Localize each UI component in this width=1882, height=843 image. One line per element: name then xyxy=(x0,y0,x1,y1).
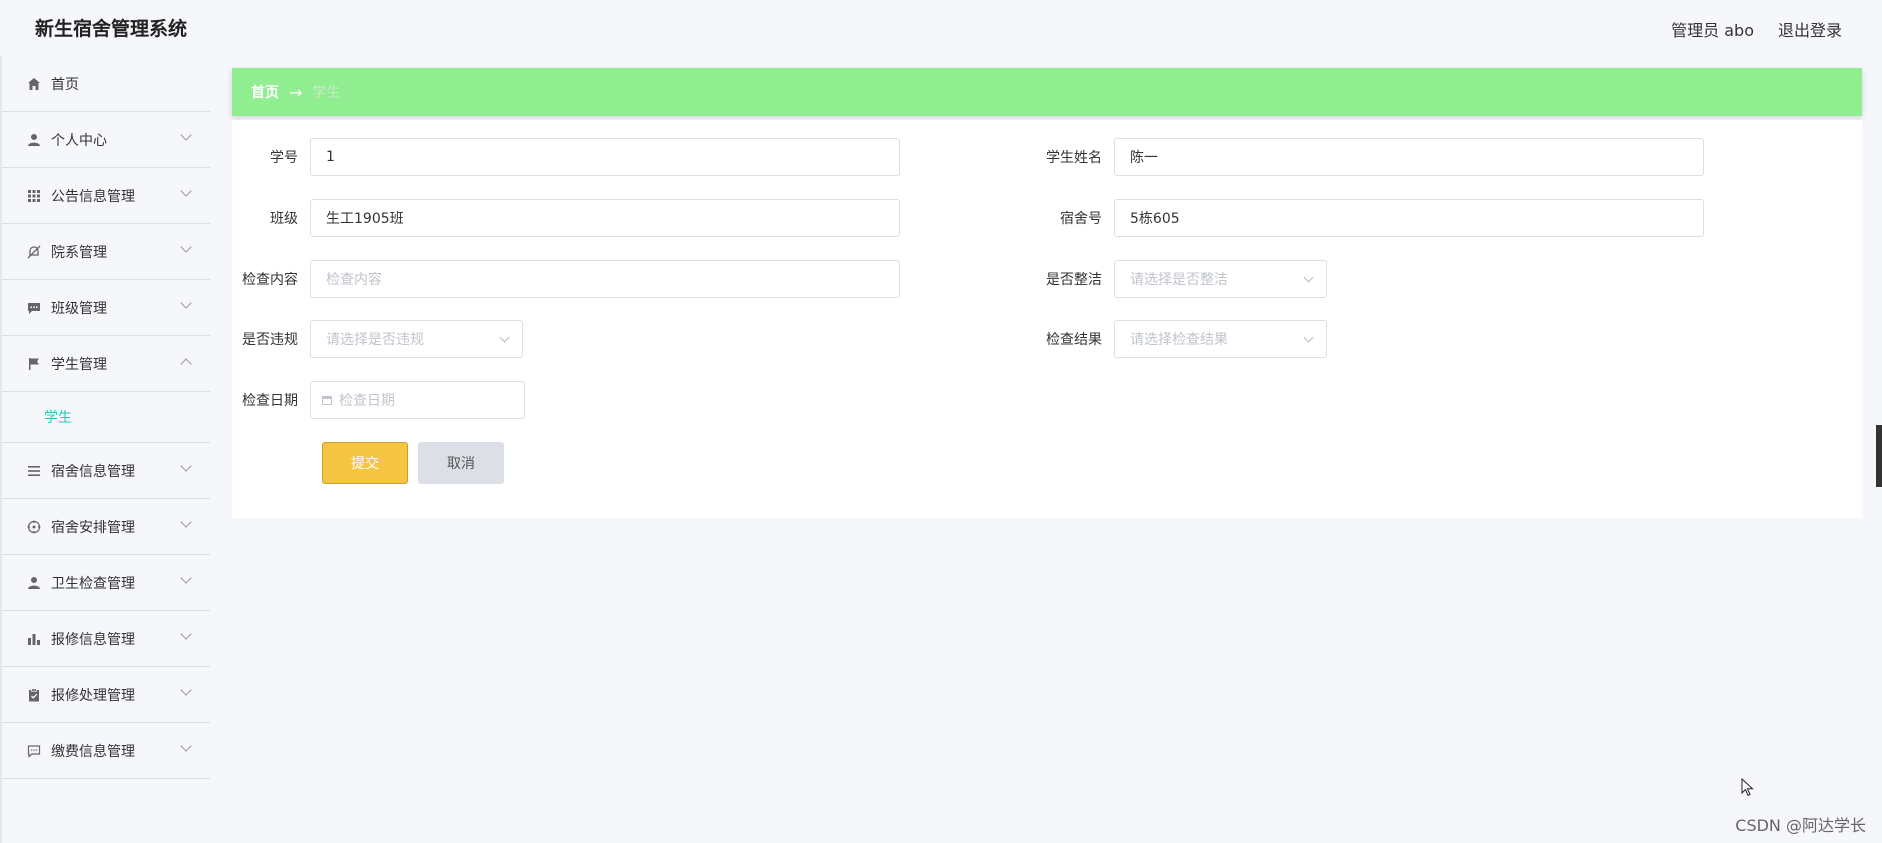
sidebar-item-label: 报修信息管理 xyxy=(51,631,135,648)
message-icon xyxy=(26,743,42,759)
flag-icon xyxy=(26,356,42,372)
violation-label: 是否违规 xyxy=(242,332,298,348)
chevron-down-icon xyxy=(1303,332,1314,343)
student-name-label: 学生姓名 xyxy=(1046,150,1102,166)
chevron-down-icon xyxy=(180,185,192,197)
sidebar-item-label: 宿舍安排管理 xyxy=(51,519,135,536)
chevron-down-icon xyxy=(180,297,192,309)
chevron-up-icon xyxy=(180,358,192,370)
student-no-input[interactable]: 1 xyxy=(310,138,900,176)
clipboard-icon xyxy=(26,687,42,703)
dorm-no-label: 宿舍号 xyxy=(1060,211,1102,227)
target-icon xyxy=(26,519,42,535)
watermark: CSDN @阿达学长 xyxy=(1735,816,1866,835)
result-label: 检查结果 xyxy=(1046,332,1102,348)
sidebar-item-dorm-info[interactable]: 宿舍信息管理 xyxy=(2,443,210,499)
admin-user[interactable]: 管理员 abo xyxy=(1671,17,1754,41)
clean-select-placeholder: 请选择是否整洁 xyxy=(1130,272,1228,288)
breadcrumb: 首页 → 学生 xyxy=(232,68,1862,116)
form-row-violation: 是否违规 请选择是否违规 xyxy=(232,320,523,358)
result-select-placeholder: 请选择检查结果 xyxy=(1130,332,1228,348)
clean-label: 是否整洁 xyxy=(1046,272,1102,288)
arrow-right-icon: → xyxy=(289,82,303,102)
mouse-cursor-icon xyxy=(1741,778,1754,797)
form-row-content: 检查内容 检查内容 xyxy=(232,260,900,298)
chevron-down-icon xyxy=(180,628,192,640)
content-input[interactable]: 检查内容 xyxy=(310,260,900,298)
cancel-button[interactable]: 取消 xyxy=(418,442,504,484)
sidebar-item-label: 缴费信息管理 xyxy=(51,743,135,760)
user-icon xyxy=(26,132,42,148)
calendar-icon xyxy=(322,395,332,405)
sidebar-item-home[interactable]: 首页 xyxy=(2,56,210,112)
chevron-down-icon xyxy=(180,740,192,752)
home-icon xyxy=(26,76,42,92)
chevron-down-icon xyxy=(499,332,510,343)
sidebar-item-hygiene[interactable]: 卫生检查管理 xyxy=(2,555,210,611)
sidebar-item-label: 院系管理 xyxy=(51,244,107,261)
sidebar-item-label: 公告信息管理 xyxy=(51,188,135,205)
sidebar-item-repair-handle[interactable]: 报修处理管理 xyxy=(2,667,210,723)
chevron-down-icon xyxy=(180,460,192,472)
form-row-student-name: 学生姓名 陈一 xyxy=(1036,138,1704,176)
form-row-result: 检查结果 请选择检查结果 xyxy=(1036,320,1327,358)
chevron-down-icon xyxy=(1303,272,1314,283)
scrollbar-thumb[interactable] xyxy=(1876,425,1882,487)
menu-icon xyxy=(26,463,42,479)
clean-select[interactable]: 请选择是否整洁 xyxy=(1114,260,1327,298)
form-row-dorm-no: 宿舍号 5栋605 xyxy=(1036,199,1704,237)
form-row-clean: 是否整洁 请选择是否整洁 xyxy=(1036,260,1327,298)
bar-chart-icon xyxy=(26,631,42,647)
violation-select-placeholder: 请选择是否违规 xyxy=(326,332,424,348)
student-no-label: 学号 xyxy=(270,150,298,166)
submit-button[interactable]: 提交 xyxy=(322,442,408,484)
chevron-down-icon xyxy=(180,129,192,141)
student-form: 学号 1 学生姓名 陈一 班级 生工1905班 宿舍号 5栋605 检查内容 检… xyxy=(232,120,1862,518)
sidebar-item-class[interactable]: 班级管理 xyxy=(2,280,210,336)
sidebar-item-personal[interactable]: 个人中心 xyxy=(2,112,210,168)
sidebar-item-dorm-arrange[interactable]: 宿舍安排管理 xyxy=(2,499,210,555)
user-icon xyxy=(26,575,42,591)
form-row-student-no: 学号 1 xyxy=(232,138,900,176)
sidebar-item-label: 宿舍信息管理 xyxy=(51,463,135,480)
grid-icon xyxy=(26,188,42,204)
sidebar-item-label: 学生管理 xyxy=(51,356,107,373)
chevron-down-icon xyxy=(180,684,192,696)
sidebar-item-label: 首页 xyxy=(51,76,79,93)
chevron-down-icon xyxy=(180,516,192,528)
logout-link[interactable]: 退出登录 xyxy=(1778,17,1842,41)
header-actions: 管理员 abo 退出登录 xyxy=(1671,17,1842,41)
chevron-down-icon xyxy=(180,241,192,253)
date-label: 检查日期 xyxy=(242,393,298,409)
breadcrumb-home[interactable]: 首页 xyxy=(251,82,279,102)
form-row-date: 检查日期 检查日期 xyxy=(232,381,525,419)
chevron-down-icon xyxy=(180,572,192,584)
sidebar-item-department[interactable]: 院系管理 xyxy=(2,224,210,280)
sidebar-item-student[interactable]: 学生管理 xyxy=(2,336,210,392)
class-label: 班级 xyxy=(270,211,298,227)
sidebar-item-label: 报修处理管理 xyxy=(51,687,135,704)
dorm-no-input[interactable]: 5栋605 xyxy=(1114,199,1704,237)
date-picker[interactable]: 检查日期 xyxy=(310,381,525,419)
sidebar-item-label: 个人中心 xyxy=(51,132,107,149)
sidebar-item-label: 卫生检查管理 xyxy=(51,575,135,592)
sidebar-item-label: 班级管理 xyxy=(51,300,107,317)
violation-select[interactable]: 请选择是否违规 xyxy=(310,320,523,358)
result-select[interactable]: 请选择检查结果 xyxy=(1114,320,1327,358)
app-title: 新生宿舍管理系统 xyxy=(35,18,188,40)
sidebar-item-repair-info[interactable]: 报修信息管理 xyxy=(2,611,210,667)
chat-icon xyxy=(26,300,42,316)
sidebar-item-notice[interactable]: 公告信息管理 xyxy=(2,168,210,224)
class-input[interactable]: 生工1905班 xyxy=(310,199,900,237)
student-name-input[interactable]: 陈一 xyxy=(1114,138,1704,176)
content-label: 检查内容 xyxy=(242,272,298,288)
sidebar: 首页 个人中心 公告信息管理 院系管理 班级管理 学生管理 学生 宿舍信息管理 … xyxy=(0,56,210,843)
form-row-class: 班级 生工1905班 xyxy=(232,199,900,237)
sidebar-item-payment[interactable]: 缴费信息管理 xyxy=(2,723,210,779)
date-placeholder: 检查日期 xyxy=(339,393,395,409)
breadcrumb-current: 学生 xyxy=(312,85,341,101)
sidebar-subitem-student[interactable]: 学生 xyxy=(2,392,210,443)
bell-off-icon xyxy=(26,244,42,260)
top-header: 新生宿舍管理系统 管理员 abo 退出登录 xyxy=(0,0,1882,56)
